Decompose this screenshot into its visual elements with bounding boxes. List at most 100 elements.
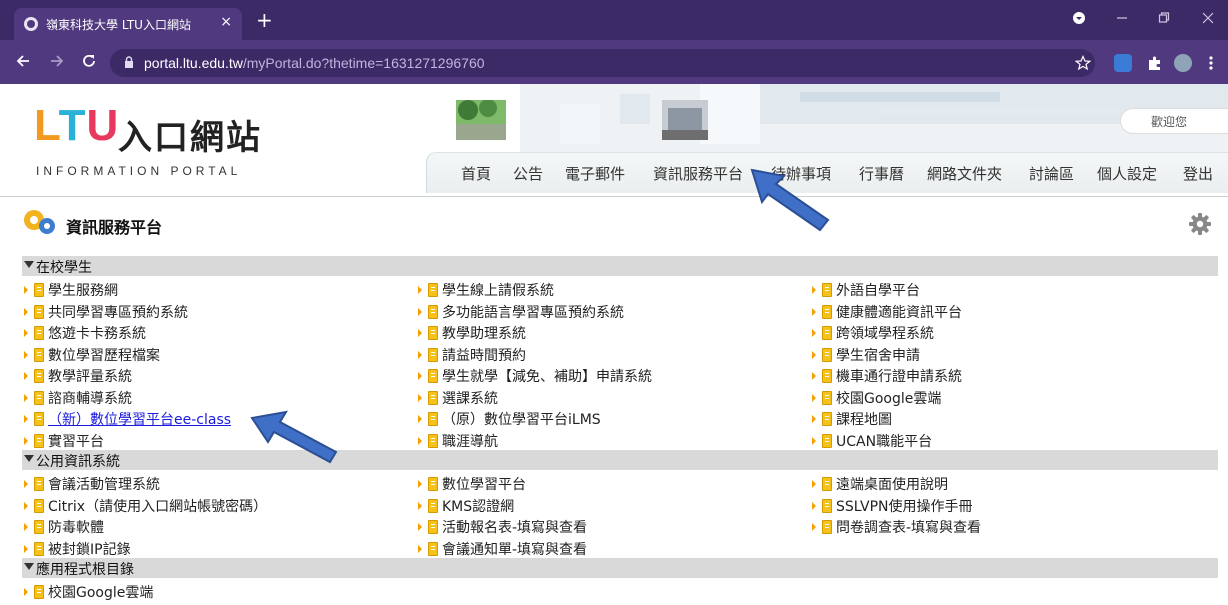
forward-icon[interactable] [48, 52, 66, 75]
list-item[interactable]: 外語自學平台 [812, 280, 920, 300]
puzzle-extension-icon[interactable] [1146, 54, 1164, 72]
list-item[interactable]: UCAN職能平台 [812, 431, 932, 451]
list-item[interactable]: 健康體適能資訊平台 [812, 302, 962, 322]
ltu-logo[interactable]: LTU [34, 104, 119, 148]
list-item-label[interactable]: 諮商輔導系統 [48, 388, 132, 408]
list-item[interactable]: 學生服務網 [24, 280, 118, 300]
minimize-icon[interactable] [1116, 10, 1128, 29]
settings-gear-icon[interactable] [1188, 212, 1212, 236]
list-item-label[interactable]: 問卷調查表-填寫與查看 [836, 517, 981, 537]
list-item[interactable]: 實習平台 [24, 431, 104, 451]
list-item-label[interactable]: 校園Google雲端 [48, 582, 153, 602]
list-item[interactable]: 活動報名表-填寫與查看 [418, 517, 587, 537]
list-item[interactable]: 遠端桌面使用說明 [812, 474, 948, 494]
nav-announcements[interactable]: 公告 [513, 163, 543, 184]
list-item[interactable]: 請益時間預約 [418, 345, 526, 365]
nav-info-services[interactable]: 資訊服務平台 [653, 163, 743, 184]
section-header-public[interactable]: 公用資訊系統 [22, 450, 1218, 470]
list-item-label[interactable]: 學生就學【減免、補助】申請系統 [442, 366, 652, 386]
nav-calendar[interactable]: 行事曆 [859, 163, 904, 184]
list-item[interactable]: 學生宿舍申請 [812, 345, 920, 365]
list-item-label[interactable]: 被封鎖IP記錄 [48, 539, 131, 559]
list-item[interactable]: 悠遊卡卡務系統 [24, 323, 146, 343]
bookmark-star-icon[interactable] [1074, 55, 1093, 73]
list-item-label[interactable]: 防毒軟體 [48, 517, 104, 537]
list-item[interactable]: 多功能語言學習專區預約系統 [418, 302, 624, 322]
close-window-icon[interactable] [1202, 10, 1214, 29]
nav-logout[interactable]: 登出 [1183, 163, 1213, 184]
nav-web-folder[interactable]: 網路文件夾 [927, 163, 1002, 184]
list-item-label[interactable]: （原）數位學習平台iLMS [442, 409, 601, 429]
list-item[interactable]: 教學助理系統 [418, 323, 526, 343]
list-item-label[interactable]: 會議活動管理系統 [48, 474, 160, 494]
list-item-label[interactable]: 職涯導航 [442, 431, 498, 451]
address-bar[interactable]: portal.ltu.edu.tw/myPortal.do?thetime=16… [110, 49, 1095, 77]
list-item[interactable]: 會議活動管理系統 [24, 474, 160, 494]
reload-icon[interactable] [80, 52, 98, 75]
list-item[interactable]: 數位學習平台 [418, 474, 526, 494]
list-item[interactable]: 共同學習專區預約系統 [24, 302, 188, 322]
list-item-label[interactable]: （新）數位學習平台ee-class [48, 409, 231, 429]
list-item[interactable]: 會議通知單-填寫與查看 [418, 539, 587, 559]
list-item[interactable]: Citrix（請使用入口網站帳號密碼） [24, 496, 267, 516]
new-tab-button[interactable]: + [256, 10, 273, 30]
nav-email[interactable]: 電子郵件 [565, 163, 625, 184]
list-item-label[interactable]: 活動報名表-填寫與查看 [442, 517, 587, 537]
list-item-label[interactable]: 實習平台 [48, 431, 104, 451]
list-item[interactable]: 課程地圖 [812, 409, 892, 429]
browser-tab[interactable]: 嶺東科技大學 LTU入口網站 × [14, 8, 242, 40]
profile-dropdown-icon[interactable] [1072, 10, 1086, 29]
list-item[interactable]: 校園Google雲端 [24, 582, 153, 602]
list-item-label[interactable]: 悠遊卡卡務系統 [48, 323, 146, 343]
list-item-label[interactable]: 請益時間預約 [442, 345, 526, 365]
avatar[interactable] [1174, 54, 1192, 72]
list-item-label[interactable]: 學生線上請假系統 [442, 280, 554, 300]
list-item-label[interactable]: 學生宿舍申請 [836, 345, 920, 365]
list-item[interactable]: 學生線上請假系統 [418, 280, 554, 300]
list-item-label[interactable]: KMS認證網 [442, 496, 514, 516]
list-item[interactable]: 校園Google雲端 [812, 388, 941, 408]
list-item-label[interactable]: 教學助理系統 [442, 323, 526, 343]
menu-icon[interactable] [1208, 54, 1214, 72]
list-item-label[interactable]: 學生服務網 [48, 280, 118, 300]
list-item[interactable]: 機車通行證申請系統 [812, 366, 962, 386]
list-item-label[interactable]: 健康體適能資訊平台 [836, 302, 962, 322]
list-item-label[interactable]: 教學評量系統 [48, 366, 132, 386]
list-item[interactable]: 諮商輔導系統 [24, 388, 132, 408]
list-item[interactable]: 跨領域學程系統 [812, 323, 934, 343]
list-item-label[interactable]: 校園Google雲端 [836, 388, 941, 408]
list-item-label[interactable]: 數位學習歷程檔案 [48, 345, 160, 365]
list-item-label[interactable]: Citrix（請使用入口網站帳號密碼） [48, 496, 267, 516]
list-item[interactable]: 問卷調查表-填寫與查看 [812, 517, 981, 537]
list-item-label[interactable]: 多功能語言學習專區預約系統 [442, 302, 624, 322]
list-item-label[interactable]: 跨領域學程系統 [836, 323, 934, 343]
list-item-label[interactable]: SSLVPN使用操作手冊 [836, 496, 973, 516]
nav-forum[interactable]: 討論區 [1029, 163, 1074, 184]
list-item-label[interactable]: 會議通知單-填寫與查看 [442, 539, 587, 559]
list-item[interactable]: 職涯導航 [418, 431, 498, 451]
list-item[interactable]: 教學評量系統 [24, 366, 132, 386]
list-item[interactable]: （原）數位學習平台iLMS [418, 409, 601, 429]
list-item[interactable]: KMS認證網 [418, 496, 514, 516]
list-item-label[interactable]: 機車通行證申請系統 [836, 366, 962, 386]
list-item[interactable]: 數位學習歷程檔案 [24, 345, 160, 365]
list-item-label[interactable]: 遠端桌面使用說明 [836, 474, 948, 494]
restore-icon[interactable] [1158, 10, 1170, 29]
list-item-label[interactable]: 課程地圖 [836, 409, 892, 429]
list-item-label[interactable]: 選課系統 [442, 388, 498, 408]
back-icon[interactable] [14, 52, 32, 75]
list-item[interactable]: 學生就學【減免、補助】申請系統 [418, 366, 652, 386]
translate-extension-icon[interactable] [1114, 54, 1132, 72]
list-item-label[interactable]: UCAN職能平台 [836, 431, 932, 451]
list-item-label[interactable]: 數位學習平台 [442, 474, 526, 494]
list-item[interactable]: 防毒軟體 [24, 517, 104, 537]
section-header-app-root[interactable]: 應用程式根目錄 [22, 558, 1218, 578]
section-header-students[interactable]: 在校學生 [22, 256, 1218, 276]
nav-personal-settings[interactable]: 個人設定 [1097, 163, 1157, 184]
list-item[interactable]: 選課系統 [418, 388, 498, 408]
list-item-label[interactable]: 共同學習專區預約系統 [48, 302, 188, 322]
tab-close-icon[interactable]: × [220, 14, 232, 30]
list-item[interactable]: （新）數位學習平台ee-class [24, 409, 231, 429]
list-item[interactable]: 被封鎖IP記錄 [24, 539, 131, 559]
nav-home[interactable]: 首頁 [461, 163, 491, 184]
